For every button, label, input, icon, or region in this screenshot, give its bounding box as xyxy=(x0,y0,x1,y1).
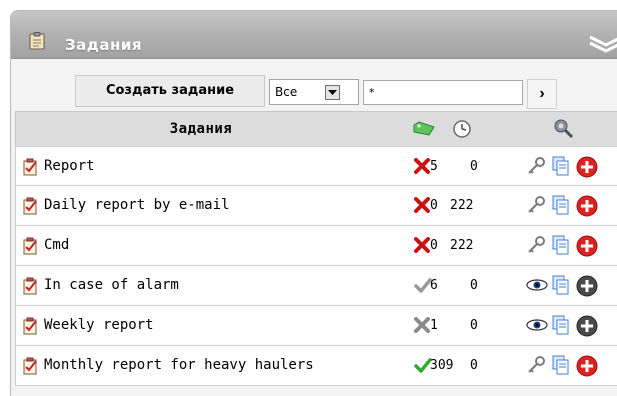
edit-key-icon[interactable] xyxy=(526,156,546,180)
task-time-value: 0 xyxy=(470,278,478,293)
status-tag-icon xyxy=(413,121,435,136)
task-run-count: 6 xyxy=(430,278,438,293)
task-time-value: 0 xyxy=(470,159,478,174)
edit-key-icon[interactable] xyxy=(526,195,546,219)
task-icon xyxy=(23,237,39,259)
task-name[interactable]: Weekly report xyxy=(44,317,154,333)
delete-icon[interactable] xyxy=(576,156,598,182)
task-name[interactable]: Monthly report for heavy haulers xyxy=(44,357,314,373)
tasks-panel: Задания Создать задание Все › Задания xyxy=(10,10,617,396)
table-row[interactable]: Daily report by e-mail 0 222 xyxy=(15,186,617,226)
delete-icon[interactable] xyxy=(576,195,598,221)
panel-title: Задания xyxy=(65,36,143,54)
copy-icon[interactable] xyxy=(552,355,570,379)
task-icon xyxy=(23,357,39,379)
task-icon xyxy=(23,317,39,339)
table-row[interactable]: Cmd 0 222 xyxy=(15,226,617,266)
error-x-icon xyxy=(414,158,430,178)
dropdown-arrow-icon[interactable] xyxy=(325,85,340,100)
task-run-count: 5 xyxy=(430,159,438,174)
task-icon xyxy=(23,197,39,219)
column-header-tasks: Задания xyxy=(169,121,233,137)
task-name[interactable]: Daily report by e-mail xyxy=(44,197,229,213)
filter-input[interactable] xyxy=(363,80,523,105)
task-run-count: 1 xyxy=(430,318,438,333)
delete-disabled-icon[interactable] xyxy=(576,275,598,301)
tasks-table: Задания Report 5 0 Daily report by e-mail 0 2… xyxy=(15,111,617,386)
task-run-count: 0 xyxy=(430,238,438,253)
error-x-icon xyxy=(414,197,430,217)
table-body: Report 5 0 Daily report by e-mail 0 222 Cmd 0 22… xyxy=(15,146,617,386)
filter-select[interactable]: Все xyxy=(269,79,359,105)
view-eye-icon[interactable] xyxy=(526,315,548,339)
task-icon xyxy=(23,277,39,299)
copy-icon[interactable] xyxy=(552,156,570,180)
clipboard-icon xyxy=(29,32,45,50)
delete-icon[interactable] xyxy=(576,235,598,261)
task-icon xyxy=(23,158,39,180)
tools-icon xyxy=(554,119,574,139)
edit-key-icon[interactable] xyxy=(526,355,546,379)
task-run-count: 309 xyxy=(430,358,454,373)
task-name[interactable]: Cmd xyxy=(44,237,69,253)
delete-icon[interactable] xyxy=(576,355,598,381)
task-time-value: 222 xyxy=(450,238,474,253)
delete-disabled-icon[interactable] xyxy=(576,315,598,341)
error-x-icon xyxy=(414,237,430,257)
disabled-x-icon xyxy=(414,317,430,337)
clock-icon xyxy=(453,120,471,138)
filter-select-value: Все xyxy=(275,85,298,99)
table-header: Задания xyxy=(15,111,617,146)
apply-filter-button[interactable]: › xyxy=(527,79,557,109)
create-task-button[interactable]: Создать задание xyxy=(75,75,265,107)
copy-icon[interactable] xyxy=(552,195,570,219)
task-time-value: 0 xyxy=(470,358,478,373)
copy-icon[interactable] xyxy=(552,315,570,339)
double-chevron-up-icon[interactable] xyxy=(586,29,617,53)
task-time-value: 222 xyxy=(450,198,474,213)
table-row[interactable]: Monthly report for heavy haulers 309 0 xyxy=(15,346,617,386)
table-row[interactable]: Weekly report 1 0 xyxy=(15,306,617,346)
copy-icon[interactable] xyxy=(552,275,570,299)
task-name[interactable]: Report xyxy=(44,158,95,174)
copy-icon[interactable] xyxy=(552,235,570,259)
tasks-toolbar: Создать задание Все › xyxy=(11,60,617,110)
table-row[interactable]: Report 5 0 xyxy=(15,146,617,186)
table-row[interactable]: In case of alarm 6 0 xyxy=(15,266,617,306)
panel-titlebar: Задания xyxy=(11,11,617,59)
edit-key-icon[interactable] xyxy=(526,235,546,259)
task-time-value: 0 xyxy=(470,318,478,333)
task-name[interactable]: In case of alarm xyxy=(44,277,179,293)
task-run-count: 0 xyxy=(430,198,438,213)
view-eye-icon[interactable] xyxy=(526,275,548,299)
